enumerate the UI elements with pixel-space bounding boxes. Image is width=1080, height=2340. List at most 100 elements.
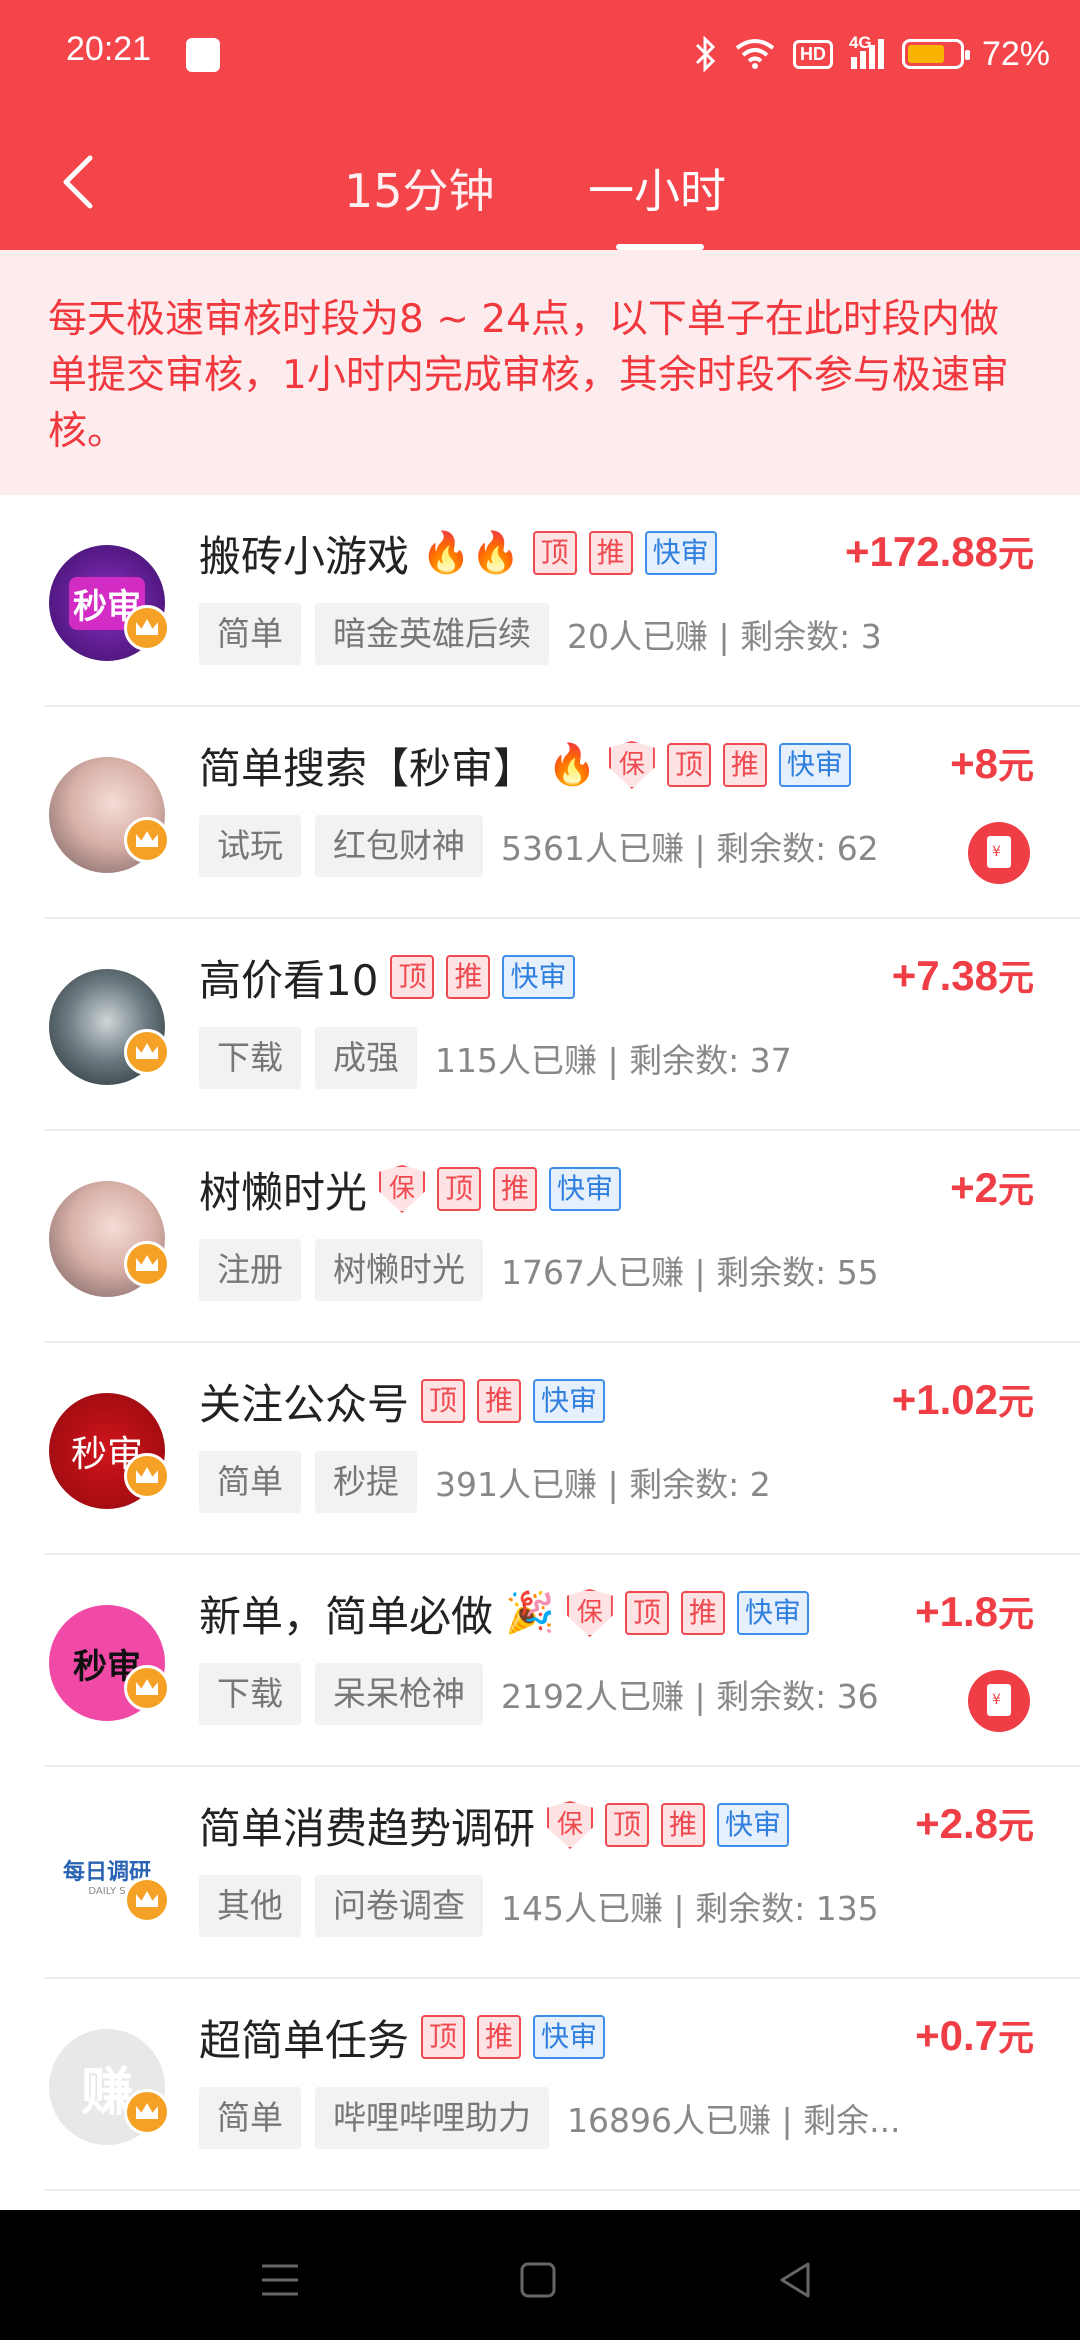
task-price: +7.38元 [892, 949, 1034, 1001]
task-title: 关注公众号 [199, 1379, 410, 1429]
task-stats: 1767人已赚 | 剩余数: 55 [501, 1253, 879, 1292]
push-badge: 推 [446, 955, 491, 999]
top-badge: 顶 [624, 1591, 669, 1635]
fast-review-badge: 快审 [778, 743, 851, 787]
fire-icon: 🔥 [547, 742, 597, 788]
crown-icon [124, 1029, 170, 1075]
price-unit: 元 [997, 1170, 1034, 1211]
push-badge: 推 [477, 1379, 522, 1423]
task-title: 新单，简单必做 [199, 1591, 494, 1641]
price-unit: 元 [997, 534, 1034, 575]
fire-icon: 🔥🔥 [421, 530, 521, 576]
guarantee-label: 保 [547, 1801, 594, 1849]
price-value: +1.8 [915, 1588, 998, 1635]
top-badge: 顶 [421, 2015, 466, 2059]
task-stats: 145人已赚 | 剩余数: 135 [501, 1889, 879, 1928]
task-row[interactable]: 秒审 搬砖小游戏 🔥🔥 顶 推 快审 +172.88元 简单 暗金英雄后续 20… [44, 495, 1080, 707]
task-price: +172.88元 [845, 525, 1034, 577]
battery-icon [901, 39, 970, 69]
task-price: +8元 [950, 737, 1034, 789]
top-badge: 顶 [605, 1803, 650, 1847]
top-badge: 顶 [390, 955, 435, 999]
task-tag: 简单 [199, 603, 301, 665]
top-badge: 顶 [437, 1167, 482, 1211]
menu-icon[interactable] [250, 2250, 310, 2310]
task-row[interactable]: 秒审 关注公众号 顶 推 快审 +1.02元 简单 秒提 391人已赚 | 剩余… [44, 1343, 1080, 1555]
price-unit: 元 [997, 1806, 1034, 1847]
task-title: 树懒时光 [199, 1167, 368, 1217]
task-row[interactable]: 秒审 新单，简单必做 🎉 保 顶 推 快审 +1.8元 下载 呆呆枪神 2192… [44, 1555, 1080, 1767]
red-packet-icon[interactable] [968, 822, 1030, 884]
price-value: +0.7 [915, 2012, 998, 2059]
wifi-icon [735, 39, 775, 69]
task-row[interactable]: 高价看10 顶 推 快审 +7.38元 下载 成强 115人已赚 | 剩余数: … [44, 919, 1080, 1131]
task-stats: 391人已赚 | 剩余数: 2 [435, 1465, 771, 1504]
price-value: +8 [950, 740, 998, 787]
task-row[interactable]: 简单搜索【秒审】 🔥 保 顶 推 快审 +8元 试玩 红包财神 5361人已赚 … [44, 707, 1080, 919]
price-unit: 元 [997, 1382, 1034, 1423]
push-badge: 推 [588, 531, 633, 575]
red-packet-icon[interactable] [968, 1670, 1030, 1732]
task-title: 搬砖小游戏 [199, 531, 410, 581]
price-value: +2.8 [915, 1800, 998, 1847]
price-unit: 元 [997, 958, 1034, 999]
task-tag: 暗金英雄后续 [315, 603, 549, 665]
task-row[interactable]: 赚 超简单任务 顶 推 快审 +0.7元 简单 哔哩哔哩助力 16896人已赚 … [44, 1979, 1080, 2191]
price-value: +1.02 [891, 1376, 998, 1423]
fast-review-badge: 快审 [717, 1803, 790, 1847]
tab-one-hour[interactable]: 一小时 [588, 155, 726, 221]
status-bar: 20:21 HD 4G 72% [0, 0, 1080, 110]
top-badge: 顶 [666, 743, 711, 787]
guarantee-badge: 保 [379, 1165, 426, 1213]
fast-review-badge: 快审 [644, 531, 717, 575]
task-tag: 简单 [199, 1451, 301, 1513]
task-title: 简单消费趋势调研 [199, 1803, 536, 1853]
task-tag: 问卷调查 [315, 1875, 483, 1937]
task-price: +2.8元 [915, 1797, 1034, 1849]
fast-review-badge: 快审 [502, 955, 575, 999]
status-time: 20:21 [66, 30, 152, 68]
fast-review-badge: 快审 [736, 1591, 809, 1635]
fast-review-badge: 快审 [549, 1167, 622, 1211]
task-list: 秒审 搬砖小游戏 🔥🔥 顶 推 快审 +172.88元 简单 暗金英雄后续 20… [0, 495, 1080, 2191]
task-title: 高价看10 [199, 955, 379, 1005]
crown-icon [124, 1665, 170, 1711]
task-stats: 5361人已赚 | 剩余数: 62 [501, 829, 879, 868]
push-badge: 推 [680, 1591, 725, 1635]
fast-review-notice: 每天极速审核时段为8 ~ 24点，以下单子在此时段内做单提交审核，1小时内完成审… [0, 250, 1080, 495]
crown-icon [124, 1241, 170, 1287]
guarantee-badge: 保 [608, 741, 655, 789]
task-tag: 树懒时光 [315, 1239, 483, 1301]
push-badge: 推 [661, 1803, 706, 1847]
tab-15-minutes[interactable]: 15分钟 [344, 155, 495, 221]
header: 20:21 HD 4G 72% 15分钟 一小时 [0, 0, 1080, 250]
battery-percent: 72% [981, 34, 1050, 73]
home-icon[interactable] [508, 2250, 568, 2310]
task-tag: 呆呆枪神 [315, 1663, 483, 1725]
network-type: 4G [848, 33, 872, 52]
price-value: +7.38 [891, 952, 998, 999]
price-unit: 元 [997, 746, 1034, 787]
task-row[interactable]: 每日调研 DAILY S 简单消费趋势调研 保 顶 推 快审 +2.8元 其他 … [44, 1767, 1080, 1979]
crown-icon [124, 817, 170, 863]
task-stats: 16896人已赚 | 剩余... [567, 2101, 901, 2140]
avatar-subtext: DAILY S [88, 1885, 126, 1897]
price-unit: 元 [997, 1594, 1034, 1635]
task-tag: 其他 [199, 1875, 301, 1937]
guarantee-badge: 保 [547, 1801, 594, 1849]
task-price: +1.8元 [915, 1585, 1034, 1637]
task-tag: 红包财神 [315, 815, 483, 877]
task-tag: 下载 [199, 1027, 301, 1089]
fast-review-badge: 快审 [533, 2015, 606, 2059]
top-badge: 顶 [532, 531, 577, 575]
task-title: 简单搜索【秒审】 [199, 743, 536, 793]
price-value: +172.88 [844, 528, 998, 575]
task-row[interactable]: 树懒时光 保 顶 推 快审 +2元 注册 树懒时光 1767人已赚 | 剩余数:… [44, 1131, 1080, 1343]
system-nav-bar [0, 2210, 1080, 2340]
fast-review-badge: 快审 [533, 1379, 606, 1423]
top-badge: 顶 [421, 1379, 466, 1423]
notification-icon [186, 38, 220, 72]
back-icon[interactable] [766, 2250, 826, 2310]
task-tag: 注册 [199, 1239, 301, 1301]
task-stats: 20人已赚 | 剩余数: 3 [567, 617, 882, 656]
